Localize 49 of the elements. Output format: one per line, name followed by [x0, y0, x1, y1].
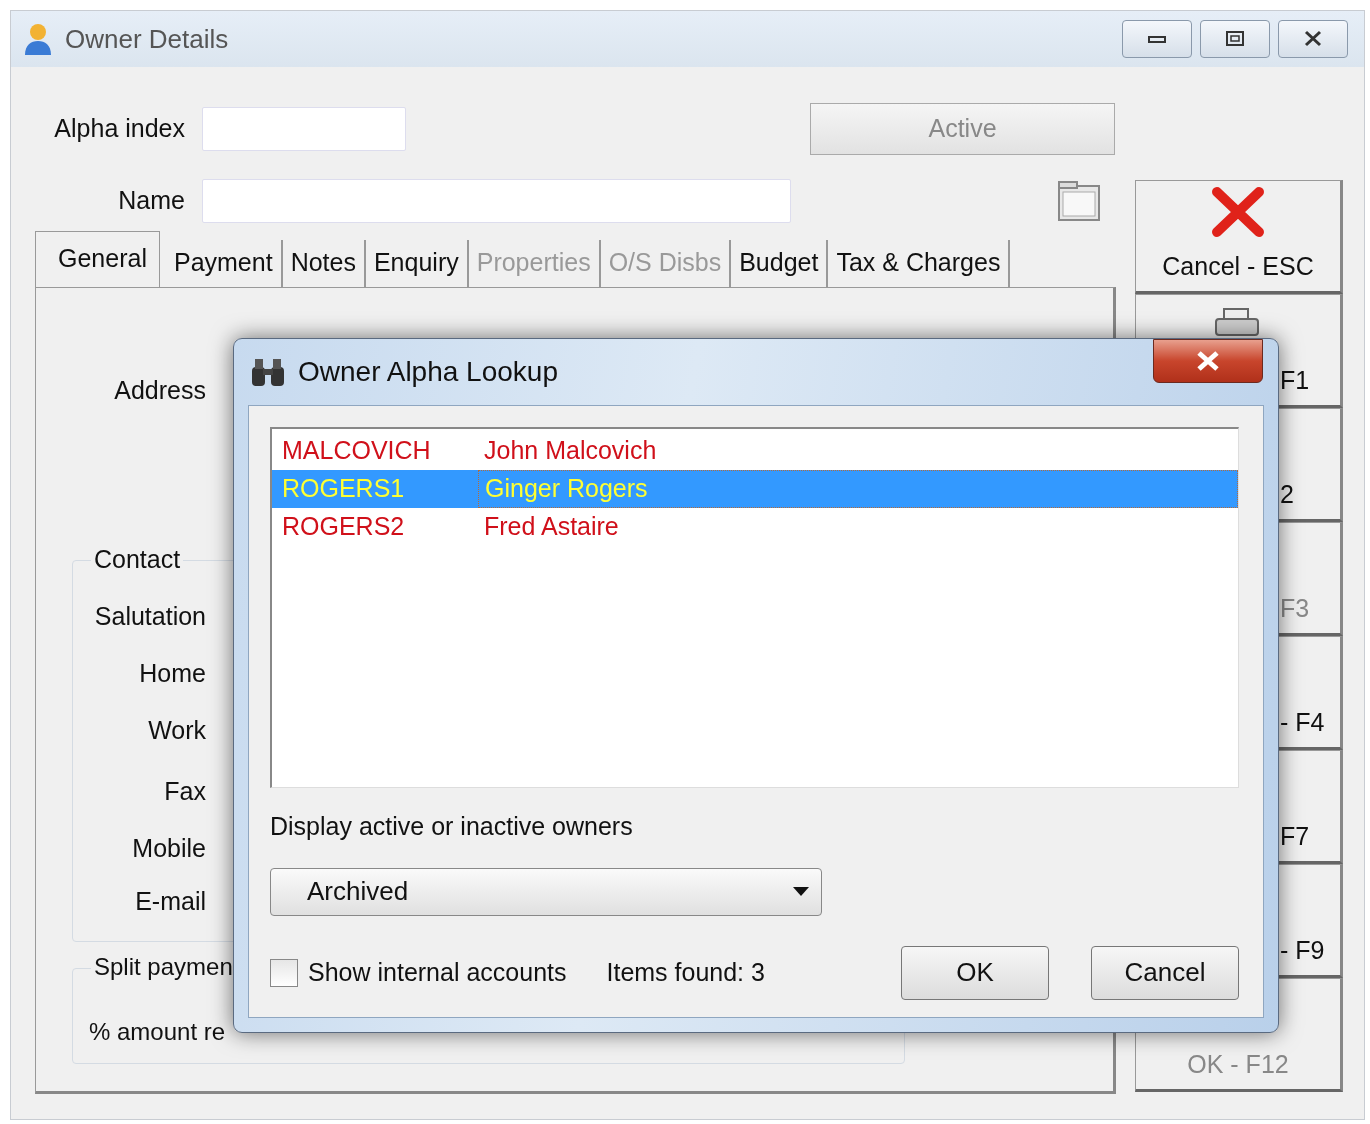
alpha-index-field[interactable] — [202, 107, 406, 151]
name-field[interactable] — [202, 179, 791, 223]
close-button[interactable] — [1278, 20, 1348, 58]
cross-icon — [1211, 185, 1265, 238]
close-icon — [1195, 350, 1221, 372]
list-row[interactable]: ROGERS2 Fred Astaire — [272, 508, 1238, 546]
ok-button[interactable]: OK — [901, 945, 1049, 1000]
caret-icon — [793, 887, 809, 896]
side-button[interactable]: Cancel - ESC — [1135, 180, 1343, 294]
items-found-text: Items found: 3 — [606, 956, 765, 988]
status-dropdown[interactable]: Archived — [270, 867, 822, 916]
field-label: Mobile — [131, 833, 206, 864]
cancel-button[interactable]: Cancel — [1091, 945, 1239, 1000]
minimize-icon — [1148, 35, 1166, 43]
code-cell-text: ROGERS2 — [281, 511, 406, 543]
maximize-icon — [1223, 29, 1247, 49]
binoculars-icon — [250, 357, 286, 387]
minimize-button[interactable] — [1122, 20, 1192, 58]
name-cell: Ginger Rogers — [478, 470, 1238, 508]
tab[interactable]: Enquiry — [365, 239, 469, 287]
maximize-button[interactable] — [1200, 20, 1270, 58]
field-label: Fax — [163, 776, 206, 807]
window-title: Owner Details — [65, 22, 229, 56]
name-cell-text: Fred Astaire — [483, 511, 620, 543]
code-cell-text: MALCOVICH — [281, 435, 432, 467]
checkbox-label: Show internal accounts — [308, 956, 567, 988]
field-label: Home — [138, 658, 206, 689]
checkbox[interactable] — [270, 958, 298, 987]
dialog-title: Owner Alpha Lookup — [298, 355, 558, 389]
field-label: E-mail — [134, 886, 206, 917]
tab[interactable]: Notes — [282, 239, 366, 287]
printer-icon — [1214, 307, 1260, 337]
list-row[interactable]: MALCOVICH John Malcovich — [272, 432, 1238, 470]
field-label: Work — [147, 715, 206, 746]
person-icon — [23, 22, 53, 56]
field-label: Name — [117, 185, 185, 217]
field-label: % amount re — [89, 1017, 227, 1047]
tab[interactable]: Payment — [165, 239, 283, 287]
field-label: Address — [113, 375, 206, 406]
filter-label: Display active or inactive owners — [270, 811, 634, 842]
close-button[interactable] — [1153, 339, 1263, 383]
code-cell-text: ROGERS1 — [281, 473, 406, 505]
folder-icon[interactable] — [1057, 180, 1101, 222]
tab[interactable]: Budget — [731, 239, 829, 287]
field-label: Alpha index — [53, 113, 185, 145]
tab[interactable]: General — [35, 230, 160, 287]
field-label: Salutation — [93, 601, 206, 632]
name-cell-text: John Malcovich — [483, 435, 658, 467]
tab[interactable]: Tax & Charges — [828, 239, 1011, 287]
